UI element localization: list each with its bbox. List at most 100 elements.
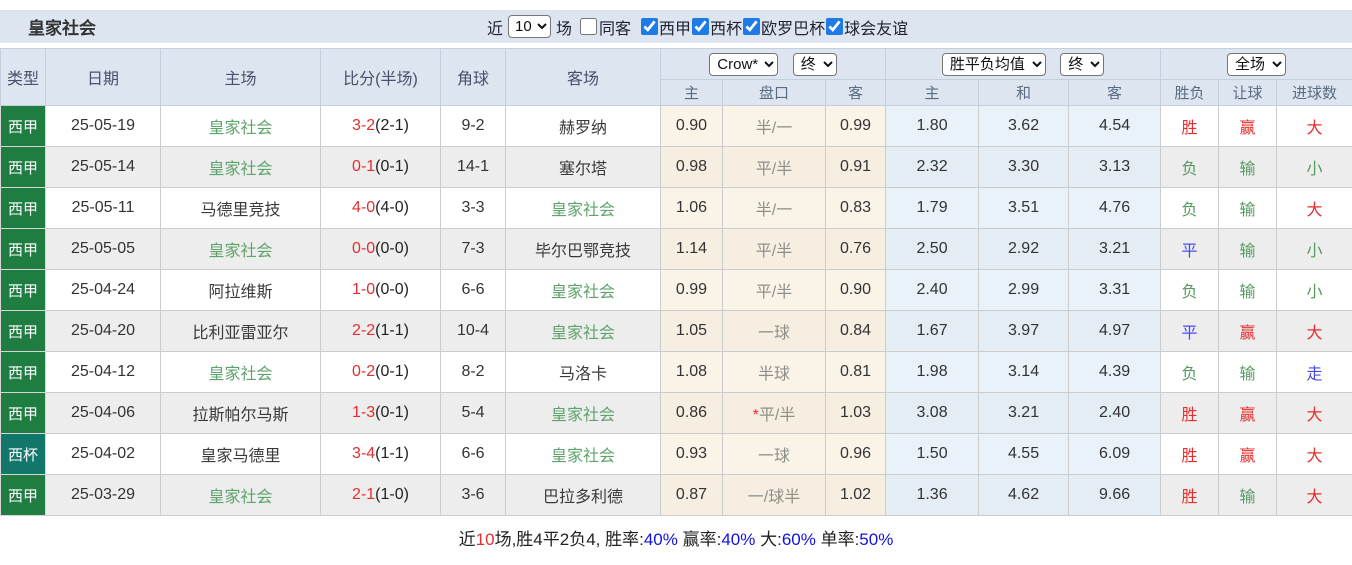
league-type-badge: 西甲 [1, 188, 46, 229]
away-team-link[interactable]: 巴拉多利德 [506, 475, 661, 516]
result-overunder: 小 [1277, 270, 1352, 311]
handicap-text: 半/一 [756, 120, 792, 137]
handicap-text: 一球 [758, 448, 790, 465]
eu-draw-odds: 3.14 [979, 352, 1069, 393]
ah-home-odds: 0.98 [661, 147, 723, 188]
ah-home-odds: 0.87 [661, 475, 723, 516]
fulltime-score: 1-0 [352, 281, 375, 298]
title-bar: 皇家社会 近 10 场 同客 西甲 西杯 欧罗巴杯 球会友谊 [0, 10, 1352, 43]
filter-laliga-checkbox[interactable] [641, 18, 658, 35]
ah-home-odds: 0.90 [661, 106, 723, 147]
ah-away-odds: 0.99 [826, 106, 886, 147]
result-handicap: 赢 [1219, 311, 1277, 352]
eu-away-odds: 4.54 [1069, 106, 1161, 147]
result-scope-select[interactable]: 全场 [1227, 53, 1286, 76]
result-wdl: 负 [1161, 352, 1219, 393]
result-handicap: 输 [1219, 229, 1277, 270]
ah-home-odds: 0.86 [661, 393, 723, 434]
fulltime-score: 2-2 [352, 322, 375, 339]
league-type-badge: 西甲 [1, 475, 46, 516]
eu-away-odds: 6.09 [1069, 434, 1161, 475]
ah-time-select[interactable]: 终 [793, 53, 837, 76]
eu-home-odds: 1.36 [886, 475, 979, 516]
handicap-text: 平/半 [756, 284, 792, 301]
eu-away-odds: 2.40 [1069, 393, 1161, 434]
fulltime-score: 1-3 [352, 404, 375, 421]
home-team-link[interactable]: 阿拉维斯 [161, 270, 321, 311]
home-team-link[interactable]: 皇家社会 [161, 147, 321, 188]
eu-draw-odds: 2.99 [979, 270, 1069, 311]
league-type-badge: 西甲 [1, 229, 46, 270]
away-team-link[interactable]: 皇家社会 [506, 188, 661, 229]
score-cell: 1-3(0-1) [321, 393, 441, 434]
summary-segment: 大: [755, 530, 781, 549]
ah-away-odds: 0.84 [826, 311, 886, 352]
halftime-score: (2-1) [375, 117, 409, 134]
filter-laliga-label: 西甲 [659, 15, 691, 39]
filter-europa-checkbox[interactable] [743, 18, 760, 35]
home-team-link[interactable]: 皇家社会 [161, 229, 321, 270]
eu-company-select[interactable]: 胜平负均值 [942, 53, 1046, 76]
corner-count: 6-6 [441, 434, 506, 475]
col-header-eu-home: 主 [886, 80, 979, 106]
ah-handicap-line: 一球 [723, 434, 826, 475]
ah-away-odds: 0.83 [826, 188, 886, 229]
home-team-link[interactable]: 拉斯帕尔马斯 [161, 393, 321, 434]
halftime-score: (0-1) [375, 404, 409, 421]
away-team-link[interactable]: 皇家社会 [506, 393, 661, 434]
away-team-link[interactable]: 皇家社会 [506, 434, 661, 475]
ah-handicap-line: 半/一 [723, 106, 826, 147]
corner-count: 5-4 [441, 393, 506, 434]
eu-time-select[interactable]: 终 [1060, 53, 1104, 76]
home-team-link[interactable]: 皇家马德里 [161, 434, 321, 475]
home-team-link[interactable]: 马德里竞技 [161, 188, 321, 229]
league-type-badge: 西甲 [1, 270, 46, 311]
ah-away-odds: 0.91 [826, 147, 886, 188]
ah-away-odds: 0.76 [826, 229, 886, 270]
away-team-link[interactable]: 塞尔塔 [506, 147, 661, 188]
away-team-link[interactable]: 赫罗纳 [506, 106, 661, 147]
halftime-score: (1-1) [375, 322, 409, 339]
summary-segment: 50% [859, 530, 893, 549]
filter-copa-checkbox[interactable] [692, 18, 709, 35]
match-date: 25-04-20 [46, 311, 161, 352]
home-team-link[interactable]: 皇家社会 [161, 106, 321, 147]
result-handicap: 输 [1219, 147, 1277, 188]
score-cell: 3-4(1-1) [321, 434, 441, 475]
ah-away-odds: 1.02 [826, 475, 886, 516]
eu-away-odds: 9.66 [1069, 475, 1161, 516]
eu-draw-odds: 4.62 [979, 475, 1069, 516]
score-cell: 2-1(1-0) [321, 475, 441, 516]
fulltime-score: 0-2 [352, 363, 375, 380]
home-team-link[interactable]: 皇家社会 [161, 352, 321, 393]
home-team-link[interactable]: 皇家社会 [161, 475, 321, 516]
table-row: 西甲 25-04-20 比利亚雷亚尔 2-2(1-1) 10-4 皇家社会 1.… [1, 311, 1352, 352]
eu-away-odds: 3.31 [1069, 270, 1161, 311]
result-handicap: 赢 [1219, 106, 1277, 147]
col-header-away: 客场 [506, 49, 661, 106]
ah-odds-group-header: Crow* 终 [661, 49, 886, 80]
eu-draw-odds: 3.62 [979, 106, 1069, 147]
handicap-text: 一球 [758, 325, 790, 342]
col-header-ah-away: 客 [826, 80, 886, 106]
same-away-checkbox[interactable] [580, 18, 597, 35]
away-team-link[interactable]: 马洛卡 [506, 352, 661, 393]
result-overunder: 大 [1277, 311, 1352, 352]
handicap-text: 平/半 [756, 161, 792, 178]
ah-away-odds: 1.03 [826, 393, 886, 434]
league-type-badge: 西甲 [1, 393, 46, 434]
recent-count-select[interactable]: 10 [508, 15, 551, 38]
fulltime-score: 3-2 [352, 117, 375, 134]
halftime-score: (4-0) [375, 199, 409, 216]
away-team-link[interactable]: 皇家社会 [506, 311, 661, 352]
away-team-link[interactable]: 毕尔巴鄂竞技 [506, 229, 661, 270]
filter-friendly-checkbox[interactable] [826, 18, 843, 35]
eu-home-odds: 1.50 [886, 434, 979, 475]
ah-company-select[interactable]: Crow* [709, 53, 778, 76]
home-team-link[interactable]: 比利亚雷亚尔 [161, 311, 321, 352]
summary-line: 近10场,胜4平2负4, 胜率:40% 赢率:40% 大:60% 单率:50% [0, 525, 1352, 550]
result-wdl: 胜 [1161, 106, 1219, 147]
away-team-link[interactable]: 皇家社会 [506, 270, 661, 311]
eu-home-odds: 2.40 [886, 270, 979, 311]
match-date: 25-04-02 [46, 434, 161, 475]
